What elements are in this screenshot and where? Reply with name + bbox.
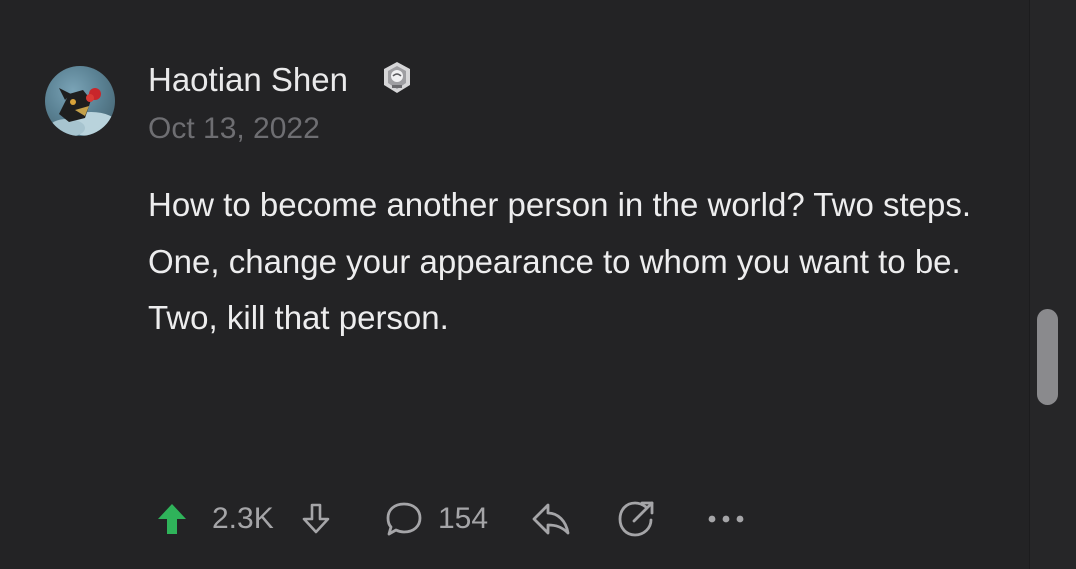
author-name[interactable]: Haotian Shen xyxy=(148,59,348,101)
upvote-count-label: 2.3K xyxy=(212,502,274,535)
upvote-arrow-icon xyxy=(158,504,186,534)
comment-count-label: 154 xyxy=(438,502,489,535)
upvote-count: 2.3K xyxy=(212,494,274,544)
post-view: Haotian Shen Oct 13, 2022 How to become … xyxy=(0,0,1076,569)
post-body-line: Two, kill that person. xyxy=(148,299,449,336)
reply-arrow-icon xyxy=(532,503,570,535)
scrollbar-track[interactable] xyxy=(1029,0,1076,569)
avatar[interactable] xyxy=(45,66,115,136)
comment-bubble-icon xyxy=(386,502,422,536)
share-external-icon xyxy=(618,501,654,537)
upvote-button[interactable] xyxy=(156,494,188,544)
comments-button[interactable]: 154 xyxy=(384,494,488,544)
more-dots-icon xyxy=(708,515,744,523)
post-body: How to become another person in the worl… xyxy=(148,177,1008,347)
share-button[interactable] xyxy=(616,494,658,544)
award-badge-icon[interactable] xyxy=(379,60,415,96)
avatar-image xyxy=(49,88,115,136)
post-date: Oct 13, 2022 xyxy=(148,112,320,145)
post-body-line: How to become another person in the worl… xyxy=(148,186,972,223)
downvote-arrow-icon xyxy=(302,503,330,534)
scrollbar-thumb[interactable] xyxy=(1037,309,1058,405)
post-body-line: One, change your appearance to whom you … xyxy=(148,242,961,280)
reply-button[interactable] xyxy=(530,494,572,544)
more-options-button[interactable] xyxy=(706,494,746,544)
downvote-button[interactable] xyxy=(300,494,332,544)
